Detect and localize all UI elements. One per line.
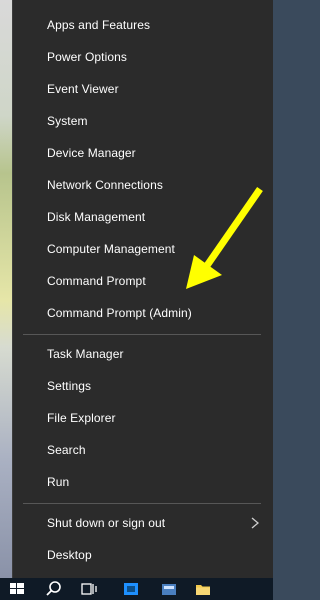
menu-separator bbox=[23, 334, 261, 335]
desktop-background bbox=[0, 0, 12, 578]
yellow-arrow-icon bbox=[186, 187, 263, 289]
task-view-icon[interactable] bbox=[80, 580, 98, 598]
windows-start-icon[interactable] bbox=[8, 580, 26, 598]
menu-item-power-options[interactable]: Power Options bbox=[13, 41, 272, 73]
chevron-right-icon bbox=[251, 517, 260, 529]
menu-item-apps-and-features[interactable]: Apps and Features bbox=[13, 9, 272, 41]
taskbar bbox=[0, 578, 273, 600]
menu-item-run[interactable]: Run bbox=[13, 466, 272, 498]
menu-item-command-prompt-admin[interactable]: Command Prompt (Admin) bbox=[13, 297, 272, 329]
menu-item-label: Shut down or sign out bbox=[47, 516, 166, 530]
menu-separator bbox=[23, 503, 261, 504]
menu-item-system[interactable]: System bbox=[13, 105, 272, 137]
menu-item-search[interactable]: Search bbox=[13, 434, 272, 466]
screen: Apps and Features Power Options Event Vi… bbox=[0, 0, 273, 600]
menu-item-event-viewer[interactable]: Event Viewer bbox=[13, 73, 272, 105]
app-icon[interactable] bbox=[122, 580, 140, 598]
menu-item-desktop[interactable]: Desktop bbox=[13, 539, 272, 571]
search-icon[interactable] bbox=[45, 580, 63, 598]
menu-item-settings[interactable]: Settings bbox=[13, 370, 272, 402]
menu-item-task-manager[interactable]: Task Manager bbox=[13, 338, 272, 370]
menu-item-file-explorer[interactable]: File Explorer bbox=[13, 402, 272, 434]
menu-item-shut-down-or-sign-out[interactable]: Shut down or sign out bbox=[13, 507, 272, 539]
file-explorer-icon[interactable] bbox=[194, 580, 212, 598]
app-icon[interactable] bbox=[160, 580, 178, 598]
menu-item-device-manager[interactable]: Device Manager bbox=[13, 137, 272, 169]
